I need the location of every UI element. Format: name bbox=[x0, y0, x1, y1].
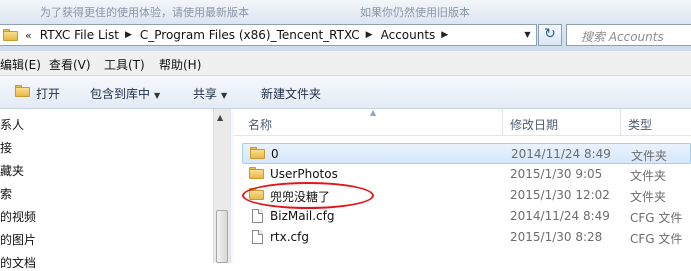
file-row[interactable]: UserPhotos 2015/1/30 9:05 文件夹 bbox=[242, 164, 691, 185]
nav-item-favorites[interactable]: 收藏夹 bbox=[0, 162, 24, 179]
background-faded-text: 如果你仍然使用旧版本 bbox=[360, 6, 470, 19]
command-bar: 打开 包含到库中 ▼ 共享 ▼ 新建文件夹 bbox=[0, 76, 691, 109]
breadcrumb-rtxc-file-list[interactable]: RTXC File List ▶ bbox=[36, 28, 136, 42]
file-row[interactable]: 兜兜没糖了 2015/1/30 12:02 文件夹 bbox=[242, 185, 691, 206]
nav-item-contacts[interactable]: 联系人 bbox=[0, 116, 24, 133]
refresh-icon: ↻ bbox=[544, 26, 556, 42]
navigation-pane: 联系人 链接 收藏夹 搜索 我的视频 我的图片 我的文档 bbox=[0, 109, 213, 270]
column-divider[interactable] bbox=[502, 109, 503, 135]
folder-icon bbox=[249, 188, 265, 202]
nav-scrollbar[interactable]: ▲ bbox=[213, 109, 230, 263]
address-dropdown-icon[interactable]: ▼ bbox=[520, 27, 535, 43]
nav-item-pictures[interactable]: 我的图片 bbox=[0, 231, 36, 248]
column-header-name[interactable]: 名称 bbox=[248, 116, 272, 133]
file-row[interactable]: 0 2014/11/24 8:49 文件夹 bbox=[242, 143, 691, 164]
file-date: 2014/11/24 8:49 bbox=[511, 147, 611, 161]
chevron-right-icon[interactable]: ▶ bbox=[364, 30, 377, 40]
file-type: 文件夹 bbox=[630, 169, 667, 183]
file-date: 2015/1/30 12:02 bbox=[510, 188, 610, 202]
folder-icon bbox=[250, 147, 266, 161]
search-placeholder: 搜索 Accounts bbox=[581, 30, 664, 44]
new-folder-button[interactable]: 新建文件夹 bbox=[261, 85, 321, 102]
file-type: CFG 文件 bbox=[630, 211, 683, 225]
chevron-right-icon[interactable]: ▶ bbox=[439, 30, 452, 40]
file-date: 2015/1/30 9:05 bbox=[510, 167, 603, 181]
folder-open-icon bbox=[15, 85, 31, 98]
file-row[interactable]: rtx.cfg 2015/1/30 8:28 CFG 文件 bbox=[242, 227, 691, 248]
column-divider[interactable] bbox=[620, 109, 621, 135]
file-type: CFG 文件 bbox=[630, 232, 683, 246]
file-name: BizMail.cfg bbox=[270, 209, 335, 223]
nav-item-videos[interactable]: 我的视频 bbox=[0, 208, 36, 225]
breadcrumb-program-files[interactable]: C_Program Files (x86)_Tencent_RTXC ▶ bbox=[136, 28, 377, 42]
search-input[interactable]: 搜索 Accounts bbox=[566, 24, 691, 46]
file-name: UserPhotos bbox=[270, 167, 338, 181]
dropdown-arrow-icon: ▼ bbox=[221, 91, 228, 100]
scroll-up-icon[interactable]: ▲ bbox=[217, 113, 223, 122]
column-header-bar: ▲ 名称 修改日期 类型 bbox=[234, 108, 691, 136]
sort-ascending-icon: ▲ bbox=[370, 108, 377, 117]
share-button[interactable]: 共享 ▼ bbox=[193, 85, 227, 102]
breadcrumb-label: RTXC File List bbox=[39, 28, 119, 42]
menu-tools[interactable]: 工具(T) bbox=[104, 56, 145, 73]
background-strip: 为了获得更佳的使用体验，请使用最新版本 如果你仍然使用旧版本 bbox=[0, 0, 691, 21]
column-header-type[interactable]: 类型 bbox=[628, 116, 652, 133]
folder-icon bbox=[3, 29, 19, 41]
include-in-library-button[interactable]: 包含到库中 ▼ bbox=[90, 85, 160, 102]
file-type: 文件夹 bbox=[631, 149, 668, 163]
file-name: 兜兜没糖了 bbox=[270, 190, 331, 204]
background-faded-text: 为了获得更佳的使用体验，请使用最新版本 bbox=[40, 6, 249, 19]
scroll-thumb[interactable] bbox=[216, 210, 228, 263]
nav-item-links[interactable]: 链接 bbox=[0, 139, 12, 156]
folder-icon bbox=[249, 167, 265, 181]
share-label: 共享 bbox=[193, 87, 218, 101]
breadcrumb-label: Accounts bbox=[380, 28, 436, 42]
file-icon bbox=[249, 209, 265, 223]
chevron-right-icon[interactable]: ▶ bbox=[123, 30, 136, 40]
file-row[interactable]: BizMail.cfg 2014/11/24 8:49 CFG 文件 bbox=[242, 206, 691, 227]
column-header-date[interactable]: 修改日期 bbox=[510, 116, 558, 133]
file-name: 0 bbox=[271, 147, 279, 161]
menu-edit[interactable]: 编辑(E) bbox=[0, 56, 41, 73]
menu-help[interactable]: 帮助(H) bbox=[159, 56, 201, 73]
menu-bar: 编辑(E) 查看(V) 工具(T) 帮助(H) bbox=[0, 51, 691, 76]
breadcrumb-accounts[interactable]: Accounts ▶ bbox=[377, 28, 453, 42]
include-in-library-label: 包含到库中 bbox=[90, 87, 151, 101]
nav-item-searches[interactable]: 搜索 bbox=[0, 185, 12, 202]
open-button[interactable]: 打开 bbox=[36, 85, 60, 102]
file-date: 2015/1/30 8:28 bbox=[510, 230, 603, 244]
address-bar[interactable]: « RTXC File List ▶ C_Program Files (x86)… bbox=[0, 24, 537, 46]
refresh-button[interactable]: ↻ bbox=[538, 24, 562, 46]
file-date: 2014/11/24 8:49 bbox=[510, 209, 610, 223]
file-type: 文件夹 bbox=[630, 190, 667, 204]
file-name: rtx.cfg bbox=[270, 230, 309, 244]
address-row: « RTXC File List ▶ C_Program Files (x86)… bbox=[0, 21, 691, 51]
menu-view[interactable]: 查看(V) bbox=[49, 56, 91, 73]
breadcrumb-label: C_Program Files (x86)_Tencent_RTXC bbox=[139, 28, 360, 42]
overflow-chevron-icon[interactable]: « bbox=[25, 29, 32, 42]
dropdown-arrow-icon: ▼ bbox=[154, 91, 161, 100]
file-icon bbox=[249, 230, 265, 244]
